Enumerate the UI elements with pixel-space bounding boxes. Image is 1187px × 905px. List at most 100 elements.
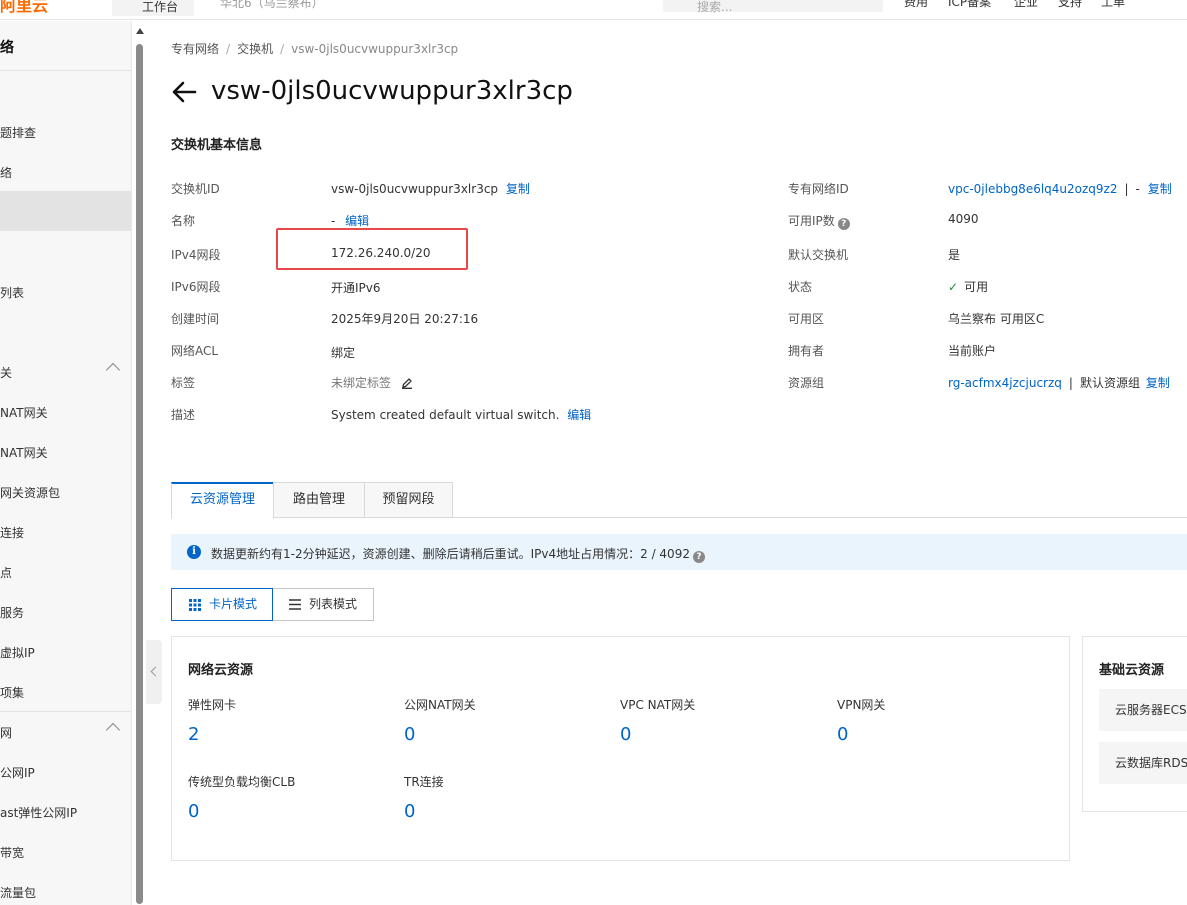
sidebar-item[interactable]: ast弹性公网IP — [0, 793, 131, 833]
sidebar-item-active[interactable] — [0, 191, 131, 231]
sidebar-group[interactable]: 关 — [0, 353, 131, 393]
copy-vpc-id-button[interactable]: 复制 — [1148, 182, 1172, 196]
chevron-left-icon — [150, 666, 161, 677]
vpc-nat-count[interactable]: 0 — [620, 724, 631, 745]
label-tags: 标签 — [171, 376, 196, 390]
breadcrumb-vswitch[interactable]: 交换机 — [237, 42, 273, 56]
sidebar-scrollbar[interactable] — [134, 26, 144, 905]
sidebar-item[interactable]: 列表 — [0, 273, 131, 313]
card-title: 基础云资源 — [1099, 663, 1165, 678]
tr-connection-count[interactable]: 0 — [404, 801, 415, 822]
zone-value: 乌兰察布 可用区C — [948, 312, 1045, 326]
edit-pencil-icon[interactable] — [401, 377, 413, 389]
nav-enterprise[interactable]: 企业 — [1014, 0, 1038, 10]
label-owner: 拥有者 — [788, 344, 825, 358]
label-name: 名称 — [171, 214, 196, 228]
resource-label: TR连接 — [404, 775, 444, 789]
status-badge: ✓ 可用 — [948, 278, 988, 295]
info-notice: i 数据更新约有1-2分钟延迟，资源创建、删除后请稍后重试。IPv4地址占用情况… — [171, 534, 1187, 570]
sidebar-item[interactable]: 流量包 — [0, 873, 131, 905]
sidebar-group-label: 关 — [0, 366, 13, 380]
help-icon[interactable]: ? — [837, 218, 850, 230]
label-network-acl: 网络ACL — [171, 344, 219, 358]
sidebar-item[interactable]: 公网IP — [0, 753, 131, 793]
sidebar-item[interactable]: 虚拟IP — [0, 633, 131, 673]
sidebar-collapse-button[interactable] — [146, 640, 162, 704]
region-selector[interactable]: 华北6（乌兰察布） — [220, 0, 324, 11]
edit-description-button[interactable]: 编辑 — [567, 408, 591, 422]
sidebar-item[interactable]: 网关资源包 — [0, 473, 131, 513]
label-resource-group: 资源组 — [788, 376, 825, 390]
vswitch-id-text: vsw-0jls0ucvwuppur3xlr3cp — [331, 182, 499, 196]
sidebar-divider — [0, 70, 131, 71]
bind-acl-link[interactable]: 绑定 — [331, 344, 355, 361]
enable-ipv6-link[interactable]: 开通IPv6 — [331, 279, 381, 296]
chevron-up-icon — [105, 362, 121, 378]
vpc-id-link[interactable]: vpc-0jlebbg8e6lq4u2ozq9z2 — [948, 182, 1118, 196]
vpn-gateway-count[interactable]: 0 — [837, 724, 848, 745]
card-mode-button[interactable]: 卡片模式 — [171, 588, 273, 621]
page-title: vsw-0jls0ucvwuppur3xlr3cp — [211, 76, 573, 106]
eni-count[interactable]: 2 — [188, 724, 199, 745]
resource-group-link[interactable]: rg-acfmx4jzcjucrzq — [948, 376, 1062, 390]
chevron-up-icon — [105, 722, 121, 738]
sidebar-item[interactable] — [0, 313, 131, 353]
aliyun-logo[interactable]: 阿里云 — [0, 0, 48, 16]
sidebar-item[interactable]: 题排查 — [0, 113, 131, 153]
clb-count[interactable]: 0 — [188, 801, 199, 822]
created-time-value: 2025年9月20日 20:27:16 — [331, 312, 479, 326]
name-text: - — [331, 214, 336, 228]
card-title: 网络云资源 — [188, 663, 254, 678]
tab-reserved-cidr[interactable]: 预留网段 — [364, 482, 453, 518]
scroll-up-icon[interactable] — [136, 28, 144, 34]
tab-route-management[interactable]: 路由管理 — [273, 482, 365, 518]
sidebar-item[interactable] — [0, 233, 131, 273]
nav-support[interactable]: 支持 — [1058, 0, 1082, 10]
list-mode-label: 列表模式 — [309, 597, 358, 611]
sidebar-item[interactable]: 连接 — [0, 513, 131, 553]
rds-resource-item[interactable]: 云数据库RDS — [1099, 742, 1187, 784]
breadcrumb-separator: / — [280, 42, 285, 56]
vpc-id-value: vpc-0jlebbg8e6lq4u2ozq9z2 | - 复制 — [948, 180, 1172, 197]
nav-billing[interactable]: 费用 — [904, 0, 928, 10]
label-description: 描述 — [171, 408, 196, 422]
list-mode-button[interactable]: 列表模式 — [272, 588, 374, 621]
breadcrumb-current: vsw-0jls0ucvwuppur3xlr3cp — [291, 42, 459, 56]
ecs-resource-item[interactable]: 云服务器ECS — [1099, 689, 1187, 731]
sidebar-item[interactable] — [0, 73, 131, 113]
nav-ticket[interactable]: 工单 — [1101, 0, 1125, 10]
nav-icp[interactable]: ICP备案 — [948, 0, 991, 10]
copy-vswitch-id-button[interactable]: 复制 — [506, 182, 530, 196]
grid-icon — [189, 599, 201, 611]
label-zone: 可用区 — [788, 312, 825, 326]
sidebar-item[interactable]: 服务 — [0, 593, 131, 633]
tab-cloud-resources[interactable]: 云资源管理 — [171, 482, 274, 519]
breadcrumb-vpc[interactable]: 专有网络 — [171, 42, 219, 56]
value-separator: | — [1124, 182, 1129, 196]
top-bar: 阿里云 工作台 华北6（乌兰察布） 搜索... 费用 ICP备案 企业 支持 工… — [0, 0, 1187, 20]
description-text: System created default virtual switch. — [331, 408, 560, 422]
help-icon[interactable]: ? — [692, 551, 705, 563]
workbench-button[interactable]: 工作台 — [112, 0, 194, 16]
copy-resource-group-button[interactable]: 复制 — [1146, 376, 1170, 390]
sidebar-item[interactable]: 带宽 — [0, 833, 131, 873]
scrollbar-thumb[interactable] — [136, 44, 143, 904]
sidebar-item[interactable]: 络 — [0, 153, 131, 193]
nat-gateway-count[interactable]: 0 — [404, 724, 415, 745]
search-input[interactable]: 搜索... — [663, 0, 883, 14]
sidebar-item[interactable]: NAT网关 — [0, 393, 131, 433]
label-ipv6-cidr: IPv6网段 — [171, 280, 221, 294]
sidebar-item[interactable]: NAT网关 — [0, 433, 131, 473]
tags-value: 未绑定标签 — [331, 374, 413, 391]
label-vpc-id: 专有网络ID — [788, 182, 849, 196]
sidebar-item[interactable]: 项集 — [0, 673, 131, 713]
sidebar-divider — [0, 711, 131, 712]
vpc-name-text: - — [1135, 182, 1140, 196]
back-arrow-icon[interactable] — [171, 80, 197, 104]
sidebar-item[interactable]: 点 — [0, 553, 131, 593]
list-icon — [289, 599, 301, 610]
sidebar: 络 题排查 络 列表 关 NAT网关 NAT网关 网关资源包 连接 点 服务 虚… — [0, 21, 132, 905]
label-vswitch-id: 交换机ID — [171, 182, 220, 196]
sidebar-group[interactable]: 网 — [0, 713, 131, 753]
edit-name-button[interactable]: 编辑 — [345, 214, 369, 228]
